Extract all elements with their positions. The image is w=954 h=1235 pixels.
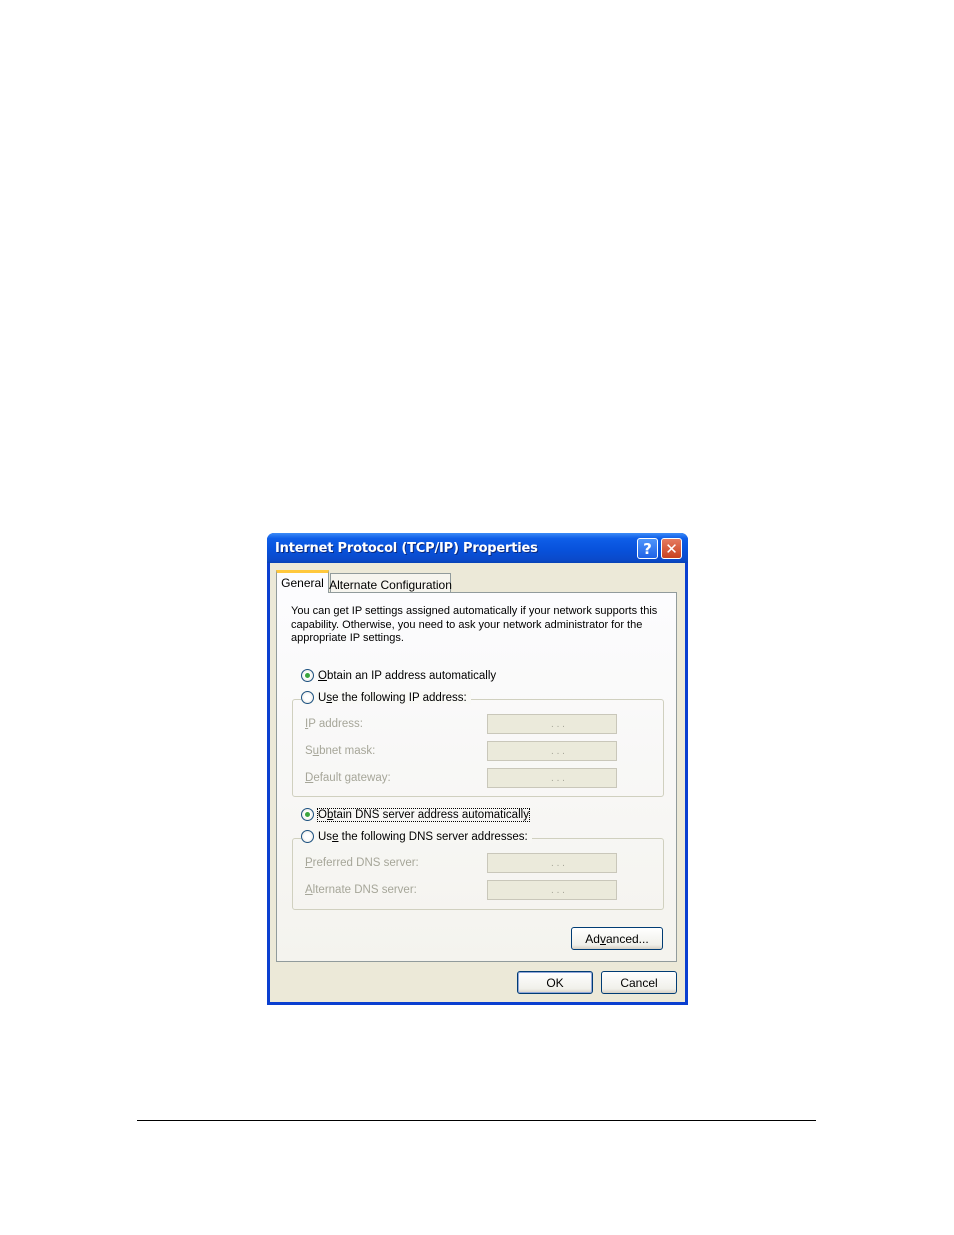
use-following-ip-option[interactable]: Use the following IP address: <box>301 691 471 704</box>
default-gateway-label: Default gateway: <box>305 772 391 784</box>
tab-general[interactable]: General <box>276 570 329 593</box>
window-title: Internet Protocol (TCP/IP) Properties <box>275 541 538 556</box>
use-following-ip-radio[interactable] <box>301 691 314 704</box>
obtain-ip-auto-option[interactable]: Obtain an IP address automatically <box>301 669 496 682</box>
tab-general-label: General <box>281 576 324 590</box>
use-following-ip-label: Use the following IP address: <box>318 691 467 704</box>
ip-address-input[interactable]: . . . <box>487 714 617 734</box>
title-bar[interactable]: Internet Protocol (TCP/IP) Properties ? … <box>267 533 688 563</box>
close-icon: ✕ <box>665 539 678 558</box>
obtain-ip-auto-label: Obtain an IP address automatically <box>318 669 497 682</box>
use-following-dns-option[interactable]: Use the following DNS server addresses: <box>301 830 532 843</box>
obtain-dns-auto-label: Obtain DNS server address automatically <box>317 807 530 822</box>
use-following-dns-radio[interactable] <box>301 830 314 843</box>
use-following-dns-label: Use the following DNS server addresses: <box>318 830 528 843</box>
advanced-button[interactable]: Advanced... <box>571 927 663 950</box>
tab-alternate-label: Alternate Configuration <box>329 577 452 592</box>
cancel-button[interactable]: Cancel <box>601 971 677 994</box>
tcpip-properties-dialog: Internet Protocol (TCP/IP) Properties ? … <box>267 533 688 1005</box>
alternate-dns-input[interactable]: . . . <box>487 880 617 900</box>
ok-button[interactable]: OK <box>517 971 593 994</box>
close-button[interactable]: ✕ <box>661 538 682 559</box>
subnet-mask-input[interactable]: . . . <box>487 741 617 761</box>
subnet-mask-label: Subnet mask: <box>305 745 376 757</box>
obtain-ip-auto-radio[interactable] <box>301 669 314 682</box>
alternate-dns-label: Alternate DNS server: <box>305 884 417 896</box>
intro-text: You can get IP settings assigned automat… <box>291 605 658 644</box>
obtain-dns-auto-option[interactable]: Obtain DNS server address automatically <box>301 807 530 822</box>
help-icon: ? <box>643 539 652 558</box>
default-gateway-input[interactable]: . . . <box>487 768 617 788</box>
page-bottom-rule <box>137 1120 816 1121</box>
preferred-dns-input[interactable]: . . . <box>487 853 617 873</box>
advanced-button-label: Advanced... <box>585 931 649 946</box>
ip-address-label: IP address: <box>305 718 363 730</box>
preferred-dns-label: Preferred DNS server: <box>305 857 419 869</box>
dns-server-group: Preferred DNS server: . . . Alternate DN… <box>292 838 664 910</box>
ip-address-group: IP address: . . . Subnet mask: . . . Def… <box>292 699 664 797</box>
dialog-client-area: General Alternate Configuration You can … <box>270 563 685 1002</box>
obtain-dns-auto-radio[interactable] <box>301 808 314 821</box>
help-button[interactable]: ? <box>637 538 658 559</box>
general-tab-panel: You can get IP settings assigned automat… <box>276 592 677 962</box>
